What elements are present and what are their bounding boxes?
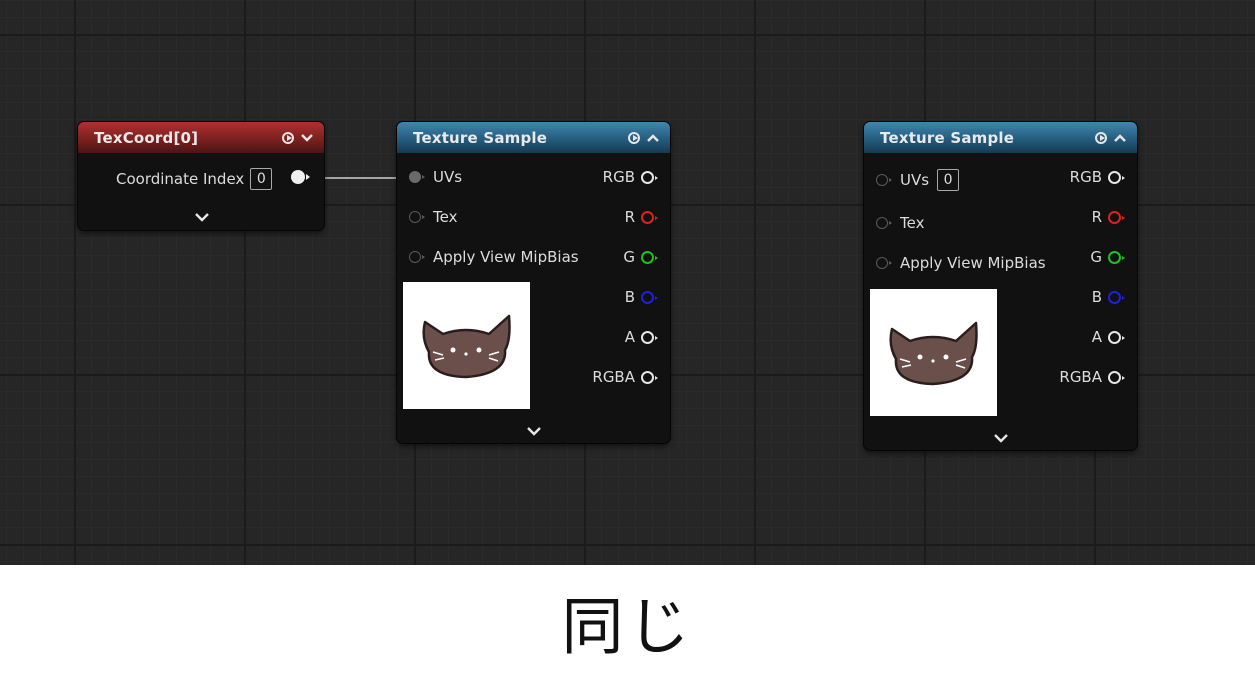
preview-play-icon[interactable] bbox=[628, 131, 640, 144]
tex-pin-icon[interactable] bbox=[876, 217, 892, 229]
input-pin-tex[interactable]: Tex bbox=[876, 212, 924, 234]
texture-preview bbox=[870, 289, 997, 416]
chevron-up-icon[interactable] bbox=[646, 133, 660, 143]
chevron-up-icon[interactable] bbox=[1113, 133, 1127, 143]
node-title: Texture Sample bbox=[880, 128, 1015, 147]
uvs-label: UVs bbox=[900, 171, 930, 189]
texcoord-node-header[interactable]: TexCoord[0] bbox=[78, 122, 324, 153]
rgb-label: RGB bbox=[602, 168, 635, 186]
b-pin-icon[interactable] bbox=[1108, 290, 1125, 304]
uvs-label: UVs bbox=[433, 168, 463, 186]
tex-label: Tex bbox=[433, 208, 458, 226]
chevron-down-icon[interactable] bbox=[300, 133, 314, 143]
uvs-pin-icon[interactable] bbox=[876, 174, 892, 186]
output-pin-rgba[interactable]: RGBA bbox=[592, 366, 658, 388]
texture-sample-header[interactable]: Texture Sample bbox=[397, 122, 670, 153]
material-graph-canvas[interactable]: TexCoord[0] Coordinate Index 0 Texture S… bbox=[0, 0, 1255, 565]
b-label: B bbox=[624, 288, 635, 306]
texture-sample-node-connected[interactable]: Texture Sample UVs Tex Apply View MipBia… bbox=[397, 122, 670, 443]
cat-face-icon bbox=[889, 321, 978, 386]
g-label: G bbox=[1090, 248, 1102, 266]
r-label: R bbox=[624, 208, 635, 226]
cat-face-icon bbox=[422, 314, 511, 379]
texture-sample-node-default[interactable]: Texture Sample UVs 0 Tex Apply View MipB… bbox=[864, 122, 1137, 450]
tex-pin-icon[interactable] bbox=[409, 211, 425, 223]
a-pin-icon[interactable] bbox=[1108, 330, 1125, 344]
output-pin-r[interactable]: R bbox=[624, 206, 658, 228]
output-pin-rgb[interactable]: RGB bbox=[1069, 166, 1125, 188]
apply-view-mipbias-label: Apply View MipBias bbox=[900, 254, 1046, 272]
r-label: R bbox=[1091, 208, 1102, 226]
a-label: A bbox=[1091, 328, 1102, 346]
output-pin-a[interactable]: A bbox=[624, 326, 658, 348]
expand-chevron-icon[interactable] bbox=[526, 426, 542, 436]
caption-text: 同じ bbox=[561, 589, 694, 663]
output-pin-g[interactable]: G bbox=[1090, 246, 1125, 268]
mipbias-pin-icon[interactable] bbox=[876, 257, 892, 269]
uvs-default-field[interactable]: 0 bbox=[937, 169, 960, 191]
expand-chevron-icon[interactable] bbox=[194, 212, 210, 222]
texcoord-output-pin[interactable] bbox=[291, 170, 305, 184]
output-pin-rgb[interactable]: RGB bbox=[602, 166, 658, 188]
a-label: A bbox=[624, 328, 635, 346]
node-title: TexCoord[0] bbox=[94, 128, 199, 147]
g-label: G bbox=[623, 248, 635, 266]
node-title: Texture Sample bbox=[413, 128, 548, 147]
input-pin-uvs[interactable]: UVs 0 bbox=[876, 169, 960, 191]
texture-sample-header[interactable]: Texture Sample bbox=[864, 122, 1137, 153]
g-pin-icon[interactable] bbox=[641, 250, 658, 264]
apply-view-mipbias-label: Apply View MipBias bbox=[433, 248, 579, 266]
input-pin-tex[interactable]: Tex bbox=[409, 206, 457, 228]
rgba-label: RGBA bbox=[1059, 368, 1102, 386]
coordinate-index-field[interactable]: 0 bbox=[250, 168, 273, 190]
rgb-pin-icon[interactable] bbox=[1108, 170, 1125, 184]
output-pin-b[interactable]: B bbox=[1091, 286, 1125, 308]
texcoord-output-arrow bbox=[306, 174, 310, 180]
preview-play-icon[interactable] bbox=[1095, 131, 1107, 144]
rgba-label: RGBA bbox=[592, 368, 635, 386]
rgba-pin-icon[interactable] bbox=[641, 370, 658, 384]
b-pin-icon[interactable] bbox=[641, 290, 658, 304]
b-label: B bbox=[1091, 288, 1102, 306]
texture-preview bbox=[403, 282, 530, 409]
output-pin-a[interactable]: A bbox=[1091, 326, 1125, 348]
texcoord-node[interactable]: TexCoord[0] Coordinate Index 0 bbox=[78, 122, 324, 230]
tex-label: Tex bbox=[900, 214, 925, 232]
coordinate-index-row: Coordinate Index 0 bbox=[116, 168, 273, 190]
rgb-label: RGB bbox=[1069, 168, 1102, 186]
output-pin-rgba[interactable]: RGBA bbox=[1059, 366, 1125, 388]
rgb-pin-icon[interactable] bbox=[641, 170, 658, 184]
r-pin-icon[interactable] bbox=[1108, 210, 1125, 224]
output-pin-r[interactable]: R bbox=[1091, 206, 1125, 228]
input-pin-apply-view-mipbias[interactable]: Apply View MipBias bbox=[876, 252, 1046, 274]
r-pin-icon[interactable] bbox=[641, 210, 658, 224]
input-pin-apply-view-mipbias[interactable]: Apply View MipBias bbox=[409, 246, 579, 268]
a-pin-icon[interactable] bbox=[641, 330, 658, 344]
mipbias-pin-icon[interactable] bbox=[409, 251, 425, 263]
uvs-pin-icon[interactable] bbox=[409, 171, 425, 183]
output-pin-g[interactable]: G bbox=[623, 246, 658, 268]
coordinate-index-label: Coordinate Index bbox=[116, 170, 245, 188]
rgba-pin-icon[interactable] bbox=[1108, 370, 1125, 384]
preview-play-icon[interactable] bbox=[282, 131, 294, 144]
expand-chevron-icon[interactable] bbox=[993, 433, 1009, 443]
input-pin-uvs[interactable]: UVs bbox=[409, 166, 462, 188]
g-pin-icon[interactable] bbox=[1108, 250, 1125, 264]
output-pin-b[interactable]: B bbox=[624, 286, 658, 308]
